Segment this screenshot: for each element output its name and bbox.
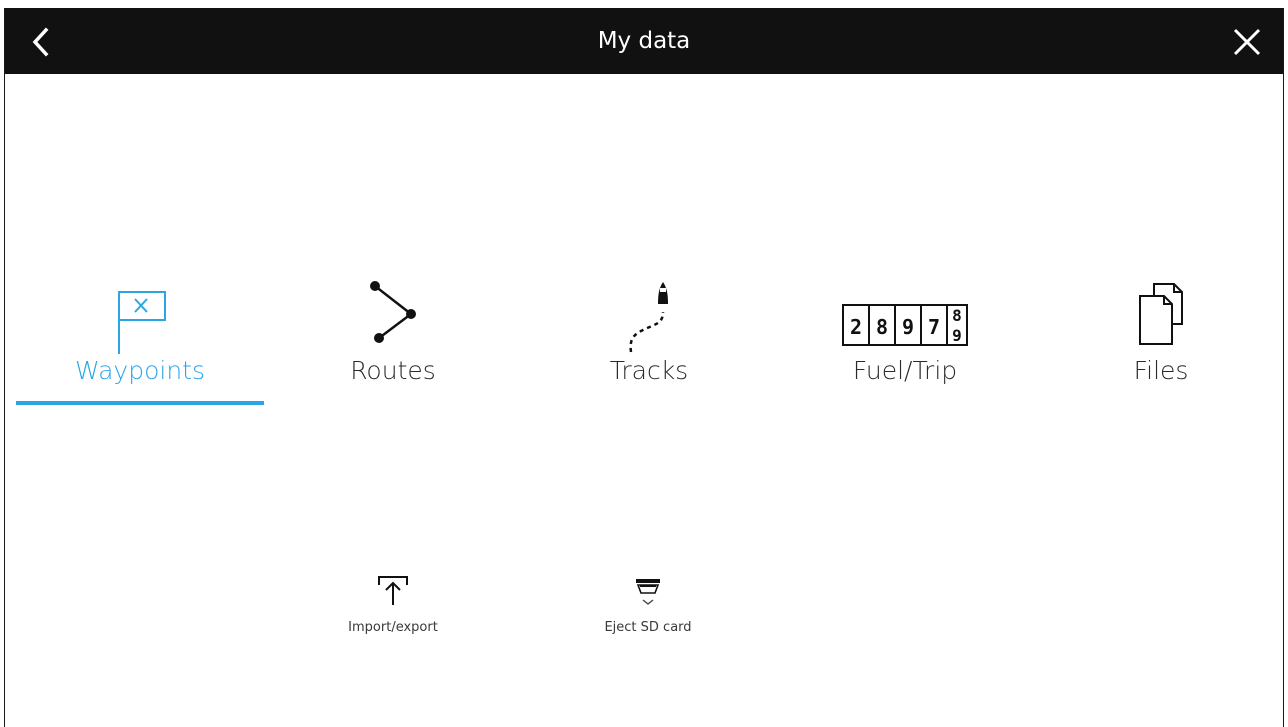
track-icon (629, 282, 668, 353)
tab-label: Routes (350, 356, 436, 385)
tab-waypoints[interactable]: Waypoints (16, 266, 264, 406)
import-export-button[interactable]: Import/export (313, 568, 473, 658)
title-bar: My data (5, 8, 1283, 74)
counter-digit: 8 (876, 315, 888, 339)
counter-digit: 8 (952, 306, 962, 325)
back-button[interactable] (19, 20, 63, 64)
eject-sd-card-button[interactable]: Eject SD card (568, 568, 728, 658)
close-icon (1233, 28, 1261, 56)
action-label: Import/export (348, 620, 438, 635)
route-icon (370, 281, 416, 343)
tab-fuel-trip[interactable]: 2 8 9 7 8 9 Fuel/Trip (781, 266, 1029, 406)
page-title: My data (597, 28, 691, 54)
files-icon (1139, 283, 1183, 345)
counter-digit: 7 (928, 315, 940, 339)
eject-sd-card-icon (636, 579, 660, 605)
counter-digit: 9 (952, 326, 962, 345)
counter-digit: 9 (902, 315, 914, 339)
counter-digit: 2 (850, 315, 862, 339)
my-data-window: My data Waypoints Routes Tracks 2 8 9 7 … (4, 8, 1284, 727)
tab-label: Fuel/Trip (852, 356, 958, 385)
tab-tracks[interactable]: Tracks (525, 266, 773, 406)
import-export-icon (378, 576, 408, 605)
tab-label: Waypoints (74, 356, 206, 385)
tab-label: Tracks (609, 356, 689, 385)
waypoint-flag-icon (118, 291, 166, 354)
tab-routes[interactable]: Routes (269, 266, 517, 406)
tab-files[interactable]: Files (1037, 266, 1285, 406)
close-button[interactable] (1225, 20, 1269, 64)
chevron-left-icon (32, 27, 49, 57)
action-label: Eject SD card (604, 620, 692, 635)
fuel-trip-counter-icon: 2 8 9 7 8 9 (842, 304, 968, 346)
tab-label: Files (1133, 356, 1189, 385)
active-tab-indicator (16, 401, 264, 405)
